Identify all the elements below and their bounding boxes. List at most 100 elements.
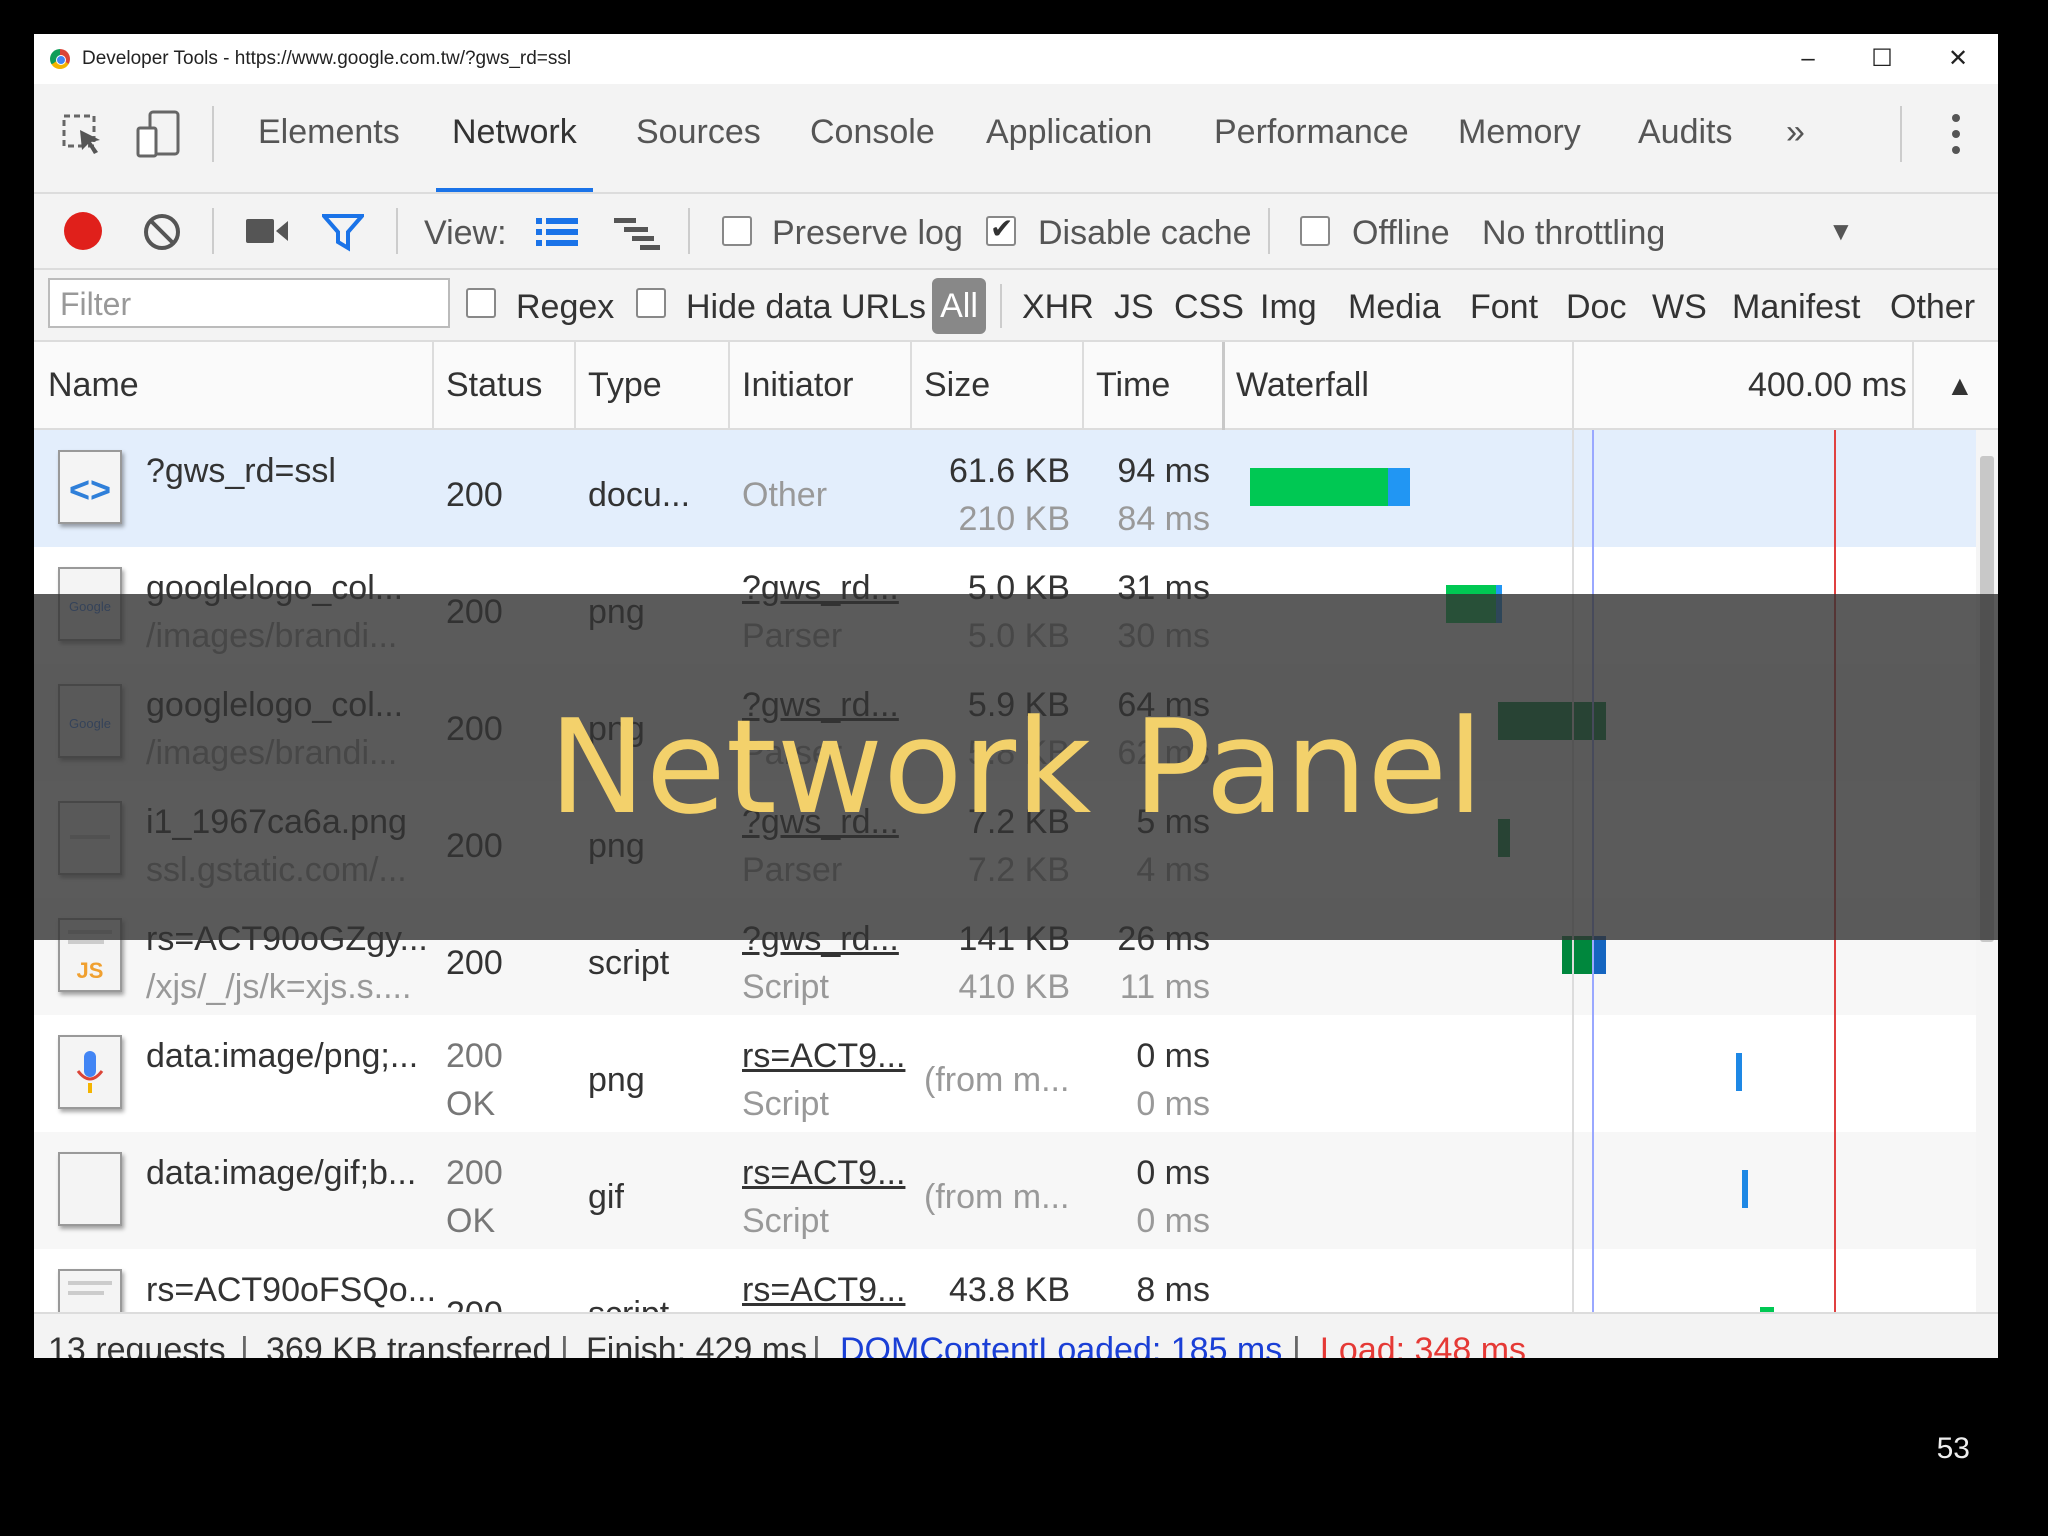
table-row[interactable]: JS rs=ACT90oFSQo... 200 script rs=ACT9... 43.…	[34, 1249, 1976, 1312]
close-button[interactable]: ✕	[1938, 44, 1978, 74]
table-row[interactable]: <> ?gws_rd=ssl 200 docu... Other 61.6 KB 210 K…	[34, 430, 1976, 547]
request-latency: 84 ms	[1117, 500, 1210, 538]
request-name[interactable]: data:image/gif;b...	[146, 1154, 416, 1193]
capture-screenshots-icon[interactable]	[246, 216, 288, 255]
waterfall-bar[interactable]	[1736, 1053, 1742, 1091]
throttling-select[interactable]: No throttling	[1482, 214, 1665, 253]
status-separator: |	[1292, 1331, 1301, 1358]
table-row[interactable]: data:image/png;... 200 OK png rs=ACT9... Scri…	[34, 1015, 1976, 1132]
preserve-log-checkbox[interactable]	[722, 216, 752, 246]
filter-type-all[interactable]: All	[932, 278, 986, 334]
column-waterfall[interactable]: Waterfall	[1236, 366, 1369, 405]
filter-type-ws[interactable]: WS	[1652, 288, 1707, 327]
title-bar: Developer Tools - https://www.google.com…	[34, 34, 1998, 84]
request-initiator-kind: Script	[742, 1085, 829, 1123]
regex-label: Regex	[516, 288, 615, 326]
request-status: 200	[446, 476, 503, 514]
request-type: png	[588, 1061, 645, 1099]
request-size: 43.8 KB	[949, 1271, 1070, 1309]
request-name[interactable]: ?gws_rd=ssl	[146, 452, 336, 491]
hide-data-urls-label: Hide data URLs	[686, 288, 927, 326]
filter-type-font[interactable]: Font	[1470, 288, 1538, 327]
column-size[interactable]: Size	[924, 366, 990, 405]
filter-type-xhr[interactable]: XHR	[1022, 288, 1094, 327]
filter-separator	[1000, 284, 1002, 328]
request-latency: 0 ms	[1136, 1085, 1210, 1123]
tab-performance[interactable]: Performance	[1214, 84, 1409, 192]
network-toolbar: View: Preserve log Disable cache Offline…	[34, 194, 1998, 270]
status-separator: |	[812, 1331, 821, 1358]
column-type[interactable]: Type	[588, 366, 662, 405]
svg-text:<>: <>	[69, 469, 111, 510]
table-row[interactable]: data:image/gif;b... 200 OK gif rs=ACT9... Scr…	[34, 1132, 1976, 1249]
device-toolbar-icon[interactable]	[136, 110, 182, 163]
request-size: 61.6 KB	[949, 452, 1070, 490]
column-time[interactable]: Time	[1096, 366, 1170, 405]
tab-console[interactable]: Console	[810, 84, 935, 192]
request-type: gif	[588, 1178, 624, 1216]
hide-data-urls-checkbox[interactable]	[636, 288, 666, 318]
waterfall-bar[interactable]	[1742, 1170, 1748, 1208]
sort-ascending-icon[interactable]: ▲	[1946, 370, 1974, 402]
request-initiator-kind: Script	[742, 968, 829, 1006]
microphone-icon	[58, 1035, 122, 1109]
toolbar-separator-1	[212, 208, 214, 254]
request-size: (from m...	[924, 1178, 1070, 1216]
tab-sources[interactable]: Sources	[636, 84, 761, 192]
dom-content-loaded-time: DOMContentLoaded: 185 ms	[840, 1331, 1283, 1358]
filter-type-manifest[interactable]: Manifest	[1732, 288, 1861, 327]
inspect-element-icon[interactable]	[62, 114, 106, 163]
request-time: 0 ms	[1136, 1154, 1210, 1192]
chrome-logo-icon	[50, 49, 70, 69]
filter-type-media[interactable]: Media	[1348, 288, 1441, 327]
preserve-log-label: Preserve log	[772, 214, 963, 252]
waterfall-bar[interactable]	[1250, 468, 1410, 506]
request-type: script	[588, 1295, 669, 1312]
more-tabs-icon[interactable]: »	[1786, 84, 1805, 192]
slide-page-number: 53	[1936, 1432, 1970, 1465]
request-initiator: Other	[742, 476, 828, 514]
more-options-icon[interactable]	[1950, 112, 1962, 161]
filter-type-img[interactable]: Img	[1260, 288, 1317, 327]
filter-type-css[interactable]: CSS	[1174, 288, 1244, 327]
overview-icon[interactable]	[614, 216, 662, 259]
request-latency: 0 ms	[1136, 1202, 1210, 1240]
slide-title: Network Panel	[548, 691, 1484, 843]
filter-input[interactable]: Filter	[48, 278, 450, 328]
waterfall-bar[interactable]	[1388, 468, 1410, 506]
disable-cache-checkbox[interactable]	[986, 212, 1016, 246]
filter-type-js[interactable]: JS	[1114, 288, 1154, 327]
tab-audits[interactable]: Audits	[1638, 84, 1733, 192]
filter-type-doc[interactable]: Doc	[1566, 288, 1626, 327]
filter-type-other[interactable]: Other	[1890, 288, 1975, 327]
request-latency: 11 ms	[1119, 968, 1210, 1006]
finish-time: Finish: 429 ms	[586, 1331, 808, 1358]
regex-checkbox[interactable]	[466, 288, 496, 318]
record-icon[interactable]	[62, 210, 104, 261]
request-type: script	[588, 944, 670, 982]
request-initiator[interactable]: rs=ACT9...	[742, 1271, 905, 1310]
request-initiator[interactable]: rs=ACT9...	[742, 1154, 905, 1193]
tab-elements[interactable]: Elements	[258, 84, 400, 192]
window-title: Developer Tools - https://www.google.com…	[82, 48, 572, 69]
clear-icon[interactable]	[142, 212, 182, 261]
column-name[interactable]: Name	[48, 366, 139, 405]
tab-application[interactable]: Application	[986, 84, 1152, 192]
request-name[interactable]: rs=ACT90oFSQo...	[146, 1271, 436, 1310]
tab-memory[interactable]: Memory	[1458, 84, 1581, 192]
chevron-down-icon[interactable]: ▼	[1828, 216, 1854, 247]
column-initiator[interactable]: Initiator	[742, 366, 854, 405]
waterfall-bar[interactable]	[1592, 936, 1606, 974]
tabs-separator	[212, 106, 214, 162]
offline-checkbox[interactable]	[1300, 216, 1330, 246]
filter-icon[interactable]	[319, 212, 367, 261]
maximize-button[interactable]: ☐	[1862, 44, 1902, 74]
column-status[interactable]: Status	[446, 366, 542, 405]
minimize-button[interactable]: –	[1788, 44, 1828, 74]
large-rows-icon[interactable]	[536, 216, 578, 257]
waterfall-bar[interactable]	[1562, 936, 1592, 974]
request-status: 200	[446, 1037, 503, 1075]
request-initiator[interactable]: rs=ACT9...	[742, 1037, 905, 1076]
request-name[interactable]: data:image/png;...	[146, 1037, 418, 1076]
tab-network[interactable]: Network	[436, 84, 593, 192]
